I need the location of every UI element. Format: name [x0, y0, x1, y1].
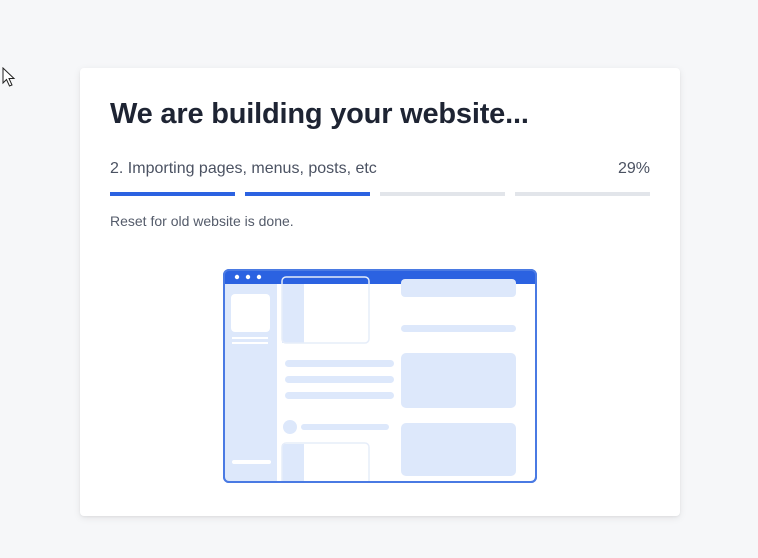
progress-card: We are building your website... 2. Impor… — [80, 68, 680, 516]
page-title: We are building your website... — [110, 98, 529, 130]
step-label: 2. Importing pages, menus, posts, etc — [110, 160, 377, 177]
step-row: 2. Importing pages, menus, posts, etc 29… — [110, 160, 650, 180]
progress-segment-3 — [380, 192, 505, 196]
progress-segment-2 — [245, 192, 370, 196]
progress-segment-4 — [515, 192, 650, 196]
mouse-pointer-icon — [2, 67, 16, 87]
website-browser-illustration — [223, 269, 537, 483]
progress-percent: 29% — [617, 160, 650, 177]
progress-segment-1 — [110, 192, 235, 196]
status-message: Reset for old website is done. — [110, 213, 294, 229]
progress-bar — [110, 192, 650, 196]
